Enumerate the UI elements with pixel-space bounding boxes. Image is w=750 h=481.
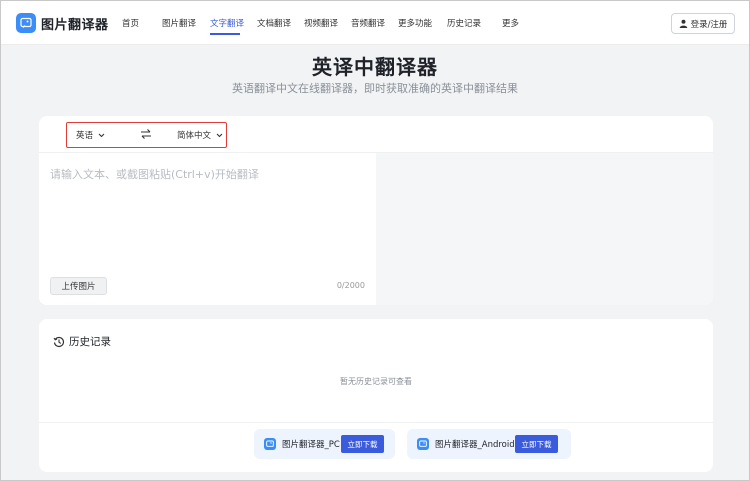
download-android-name: 图片翻译器_Android [435,440,515,450]
download-pc-name: 图片翻译器_PC [282,440,340,450]
nav-text-translate[interactable]: 文字翻译 [210,17,244,29]
history-clock-icon [53,336,65,347]
nav-active-indicator [210,33,240,35]
history-card: 历史记录 暂无历史记录可查看 图片翻译器_PC 立即下载 图片翻译器_Andro… [39,319,713,472]
chevron-down-icon [98,133,105,137]
download-pc-button[interactable]: 立即下载 [341,435,384,453]
target-language-select[interactable]: 简体中文 [177,129,223,141]
chevron-down-icon [216,133,223,137]
history-empty-message: 暂无历史记录可查看 [340,377,412,386]
source-language-label: 英语 [76,131,94,141]
translation-output [376,153,713,305]
top-nav: 图片翻译器 首页 图片翻译 文字翻译 文档翻译 视频翻译 音频翻译 更多功能 历… [1,1,749,45]
logo-icon[interactable] [16,13,36,33]
translator-card: 英语 简体中文 请输入文本、或截图粘贴(Ctrl+v)开始翻译 上传图片 0/2… [39,116,713,305]
input-placeholder: 请输入文本、或截图粘贴(Ctrl+v)开始翻译 [50,168,259,181]
nav-document-translate[interactable]: 文档翻译 [257,17,291,29]
page-title: 英译中翻译器 [312,55,438,79]
source-language-select[interactable]: 英语 [76,129,105,141]
nav-image-translate[interactable]: 图片翻译 [162,17,196,29]
login-label: 登录/注册 [690,19,728,30]
history-title: 历史记录 [69,336,111,348]
download-android-button[interactable]: 立即下载 [515,435,558,453]
page-subtitle: 英语翻译中文在线翻译器，即时获取准确的英译中翻译结果 [232,82,518,95]
logo-text[interactable]: 图片翻译器 [41,14,109,33]
target-language-label: 简体中文 [177,131,212,141]
nav-more-features[interactable]: 更多功能 [398,17,432,29]
app-icon [264,438,276,450]
language-bar: 英语 简体中文 [39,116,713,153]
nav-video-translate[interactable]: 视频翻译 [304,17,338,29]
swap-arrows-icon[interactable] [139,127,153,141]
login-button[interactable]: 登录/注册 [671,13,735,34]
history-header: 历史记录 [53,334,111,349]
source-text-input[interactable]: 请输入文本、或截图粘贴(Ctrl+v)开始翻译 上传图片 0/2000 [39,153,376,305]
divider [39,422,713,423]
app-icon [417,438,429,450]
download-android: 图片翻译器_Android 立即下载 [407,429,571,459]
nav-home[interactable]: 首页 [122,17,139,29]
user-icon [679,19,687,28]
upload-image-button[interactable]: 上传图片 [50,277,107,295]
nav-audio-translate[interactable]: 音频翻译 [351,17,385,29]
nav-more[interactable]: 更多 [502,17,519,29]
download-pc: 图片翻译器_PC 立即下载 [254,429,395,459]
nav-history[interactable]: 历史记录 [447,17,481,29]
character-counter: 0/2000 [336,281,365,290]
